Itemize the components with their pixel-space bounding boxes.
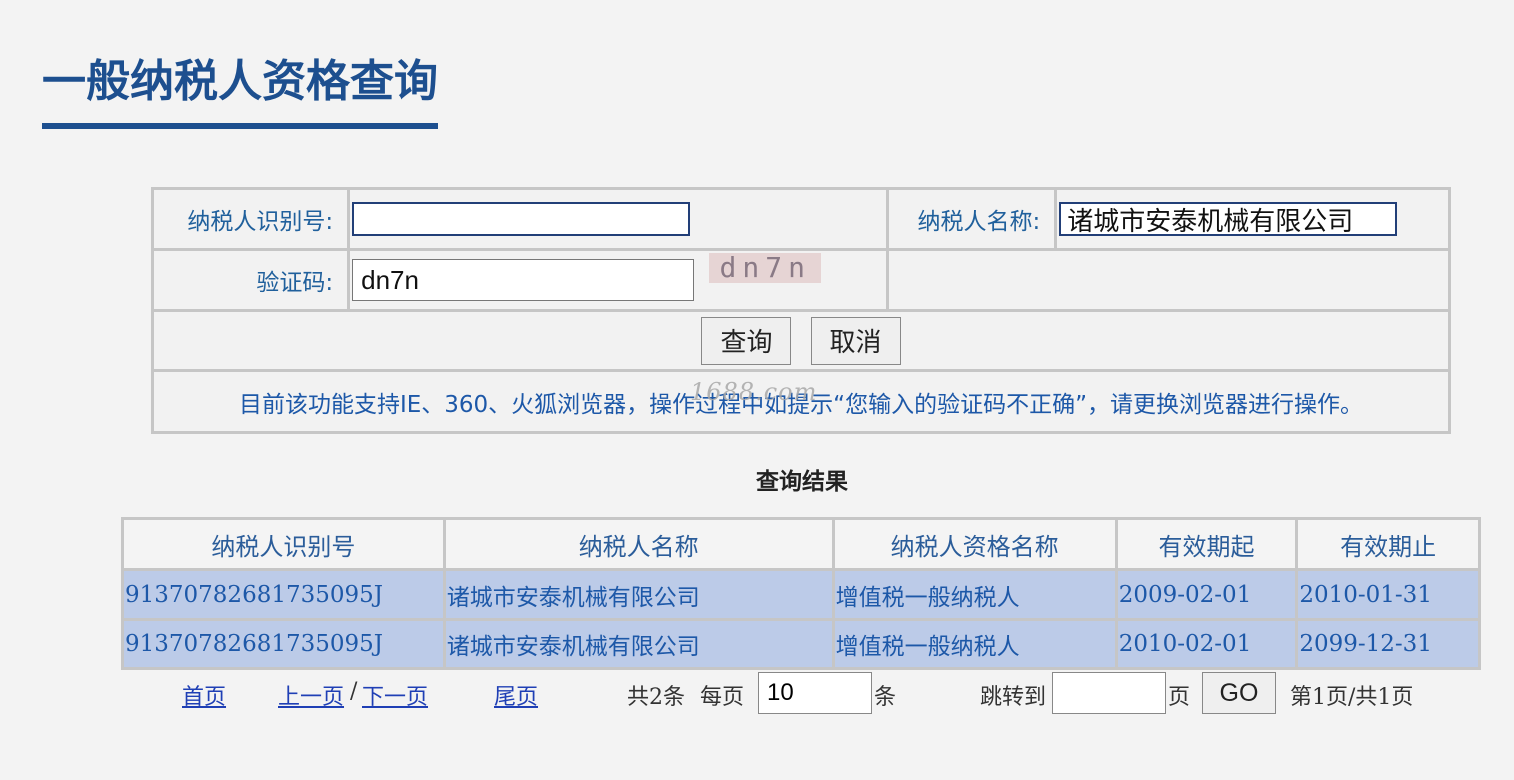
pager-separator: / (350, 679, 358, 704)
table-cell: 2099-12-31 (1295, 617, 1481, 671)
captcha-input[interactable] (352, 259, 695, 301)
table-row: 91370782681735095J 诸城市安泰机械有限公司 增值税一般纳税人 … (121, 617, 1481, 671)
table-cell: 诸城市安泰机械有限公司 (442, 617, 835, 671)
empty-cell (885, 248, 1452, 312)
table-cell: 91370782681735095J (121, 568, 446, 621)
column-header: 纳税人资格名称 (831, 516, 1118, 572)
last-page-link[interactable]: 尾页 (494, 679, 538, 711)
column-header: 有效期起 (1114, 516, 1299, 572)
jump-page-input[interactable] (1052, 672, 1166, 714)
per-page-unit: 条 (874, 685, 897, 710)
column-header: 有效期止 (1295, 516, 1481, 572)
captcha-label: 验证码: (150, 248, 351, 312)
page-status: 第1页/共1页 (1290, 685, 1414, 710)
prev-page-link[interactable]: 上一页 (278, 679, 344, 711)
taxpayer-name-input[interactable] (1059, 202, 1398, 236)
page-unit: 页 (1168, 685, 1191, 710)
table-cell: 增值税一般纳税人 (831, 617, 1118, 671)
table-cell: 诸城市安泰机械有限公司 (442, 568, 835, 621)
table-cell: 2009-02-01 (1114, 568, 1299, 621)
results-header-row: 纳税人识别号 纳税人名称 纳税人资格名称 有效期起 有效期止 (121, 516, 1481, 572)
captcha-image[interactable]: dn7n (709, 253, 822, 283)
table-row: 91370782681735095J 诸城市安泰机械有限公司 增值税一般纳税人 … (121, 568, 1481, 621)
query-button[interactable]: 查询 (701, 316, 792, 365)
results-table: 纳税人识别号 纳税人名称 纳税人资格名称 有效期起 有效期止 913707826… (121, 516, 1481, 671)
table-cell: 增值税一般纳税人 (831, 568, 1118, 621)
search-form: 纳税人识别号: 纳税人名称: 验证码: dn7n 查询 取消 目前该功能支持IE… (150, 187, 1452, 434)
results-title: 查询结果 (756, 468, 848, 495)
title-underline (42, 123, 438, 129)
taxpayer-id-label: 纳税人识别号: (150, 187, 351, 251)
first-page-link[interactable]: 首页 (182, 679, 226, 711)
per-page-label: 每页 (700, 685, 745, 710)
table-cell: 2010-01-31 (1295, 568, 1481, 621)
column-header: 纳税人识别号 (121, 516, 446, 572)
taxpayer-id-input[interactable] (352, 202, 691, 236)
table-cell: 91370782681735095J (121, 617, 446, 671)
watermark: 1688.com (690, 378, 818, 406)
cancel-button[interactable]: 取消 (810, 316, 901, 365)
page-title: 一般纳税人资格查询 (42, 56, 438, 107)
jump-label: 跳转到 (980, 685, 1047, 710)
next-page-link[interactable]: 下一页 (362, 679, 428, 711)
table-cell: 2010-02-01 (1114, 617, 1299, 671)
taxpayer-name-label: 纳税人名称: (885, 187, 1058, 251)
column-header: 纳税人名称 (442, 516, 835, 572)
total-count: 共2条 (627, 685, 685, 710)
go-button[interactable]: GO (1202, 672, 1276, 714)
per-page-input[interactable] (758, 672, 872, 714)
